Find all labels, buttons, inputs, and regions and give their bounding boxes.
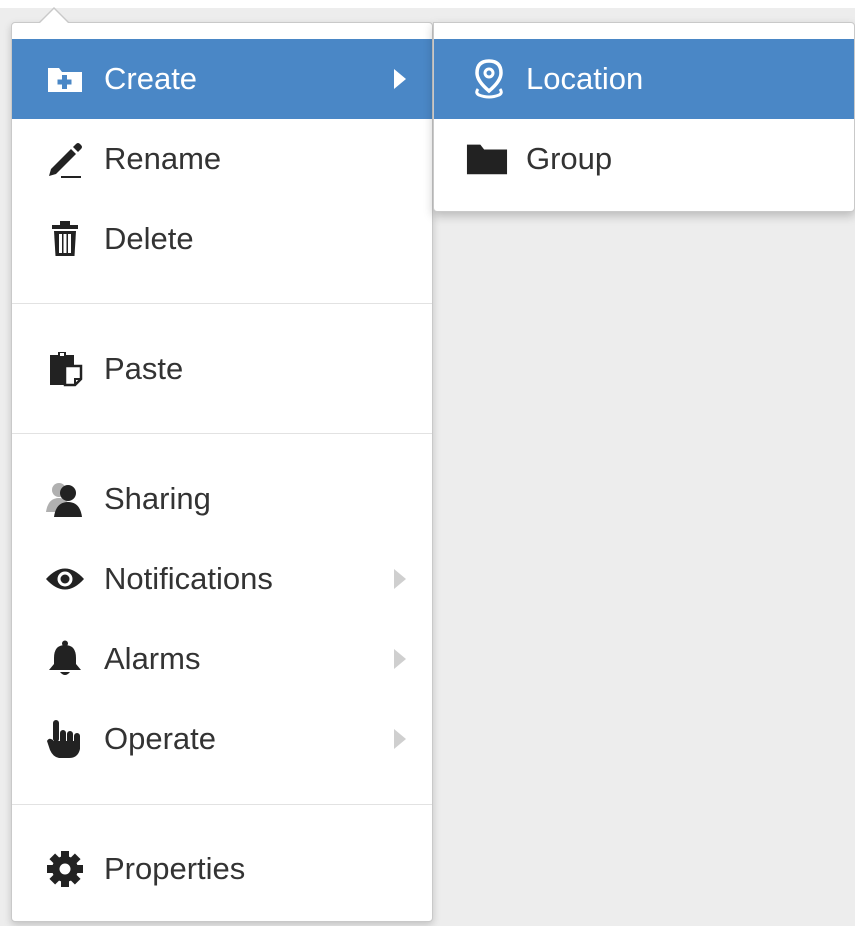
- menu-item-label: Operate: [104, 721, 217, 756]
- paste-icon: [44, 349, 86, 389]
- divider: [12, 433, 432, 434]
- menu-item-label: Delete: [104, 221, 194, 256]
- chevron-right-icon: [394, 69, 406, 89]
- chevron-right-icon: [394, 649, 406, 669]
- menu-item-label: Properties: [104, 851, 246, 886]
- menu-item-create[interactable]: Create: [12, 39, 432, 119]
- menu-item-label: Create: [104, 61, 198, 96]
- context-menu: Create Rename Delete Paste Sharing Notif…: [11, 22, 433, 922]
- menu-item-label: Alarms: [104, 641, 201, 676]
- divider: [12, 303, 432, 304]
- trash-icon: [44, 219, 86, 259]
- submenu-item-label: Location: [526, 61, 644, 96]
- create-submenu: Location Group: [433, 22, 855, 212]
- menu-item-alarms[interactable]: Alarms: [12, 619, 432, 699]
- folder-icon: [466, 139, 508, 179]
- menu-item-sharing[interactable]: Sharing: [12, 459, 432, 539]
- hand-pointer-icon: [44, 719, 86, 759]
- menu-item-properties[interactable]: Properties: [12, 829, 432, 909]
- bell-icon: [44, 639, 86, 679]
- menu-item-label: Sharing: [104, 481, 211, 516]
- submenu-item-group[interactable]: Group: [434, 119, 854, 199]
- pencil-icon: [44, 139, 86, 179]
- chevron-right-icon: [394, 569, 406, 589]
- page: Create Rename Delete Paste Sharing Notif…: [0, 0, 855, 926]
- menu-caret: [39, 9, 69, 24]
- menu-item-operate[interactable]: Operate: [12, 699, 432, 779]
- menu-item-rename[interactable]: Rename: [12, 119, 432, 199]
- menu-item-notifications[interactable]: Notifications: [12, 539, 432, 619]
- menu-item-paste[interactable]: Paste: [12, 329, 432, 409]
- menu-item-label: Notifications: [104, 561, 273, 596]
- users-icon: [44, 479, 86, 519]
- chevron-right-icon: [394, 729, 406, 749]
- menu-item-delete[interactable]: Delete: [12, 199, 432, 279]
- submenu-item-label: Group: [526, 141, 613, 176]
- divider: [12, 804, 432, 805]
- eye-icon: [44, 559, 86, 599]
- menu-item-label: Paste: [104, 351, 184, 386]
- menu-item-label: Rename: [104, 141, 222, 176]
- submenu-item-location[interactable]: Location: [434, 39, 854, 119]
- top-strip: [0, 0, 855, 8]
- gear-icon: [44, 849, 86, 889]
- map-pin-icon: [468, 59, 510, 99]
- folder-plus-icon: [44, 59, 86, 99]
